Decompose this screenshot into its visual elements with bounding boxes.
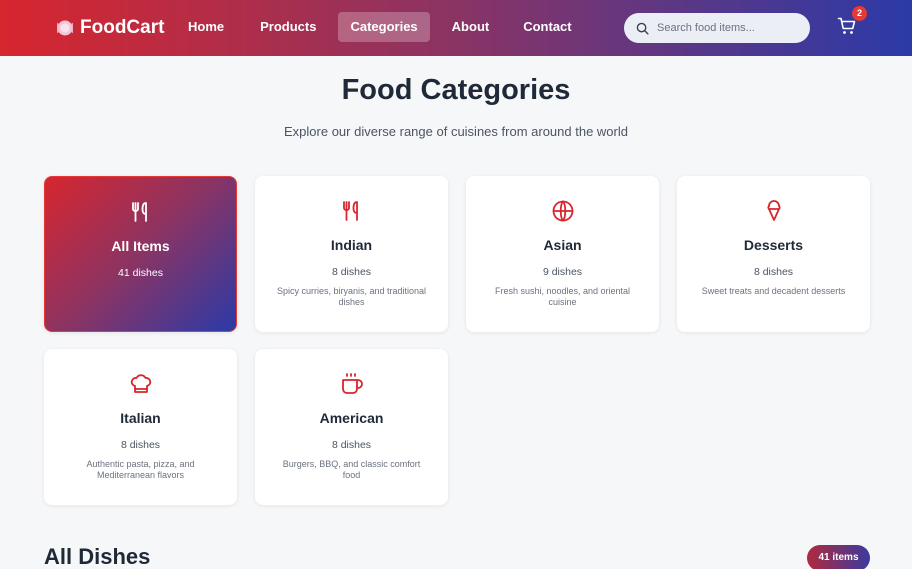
nav-link-contact[interactable]: Contact <box>511 12 583 42</box>
category-description: Spicy curries, biryanis, and traditional… <box>276 286 427 307</box>
globe-icon <box>552 200 573 222</box>
category-name: All Items <box>111 238 170 254</box>
category-count: 8 dishes <box>331 439 372 451</box>
category-card-italian[interactable]: Italian 8 dishes Authentic pasta, pizza,… <box>44 349 237 505</box>
brand-name: FoodCart <box>80 17 165 38</box>
nav-link-categories[interactable]: Categories <box>338 12 430 42</box>
category-name: Desserts <box>743 237 804 253</box>
category-card-american[interactable]: American 8 dishes Burgers, BBQ, and clas… <box>255 349 448 505</box>
coffee-cup-icon <box>341 373 363 394</box>
category-card-asian[interactable]: Asian 9 dishes Fresh sushi, noodles, and… <box>466 176 659 332</box>
category-count: 9 dishes <box>542 266 583 278</box>
nav-link-about[interactable]: About <box>440 12 502 42</box>
category-name: American <box>319 410 384 426</box>
ice-cream-icon <box>766 200 781 221</box>
category-count: 8 dishes <box>753 266 794 278</box>
search-icon <box>636 22 649 35</box>
search-bar[interactable] <box>624 13 810 43</box>
category-count: 8 dishes <box>331 266 372 278</box>
category-card-indian[interactable]: Indian 8 dishes Spicy curries, biryanis,… <box>255 176 448 332</box>
page-title: Food Categories <box>341 74 571 106</box>
category-count: 41 dishes <box>118 267 163 279</box>
category-count: 8 dishes <box>120 439 161 451</box>
category-description: Authentic pasta, pizza, and Mediterranea… <box>86 459 195 480</box>
brand-logo[interactable]: FoodCart <box>56 16 164 40</box>
nav-links: Home Products Categories About Contact <box>176 12 584 42</box>
chef-hat-icon <box>130 374 151 393</box>
cart-count-badge: 2 <box>852 6 867 21</box>
category-card-all-items[interactable]: All Items 41 dishes <box>44 176 237 332</box>
search-input[interactable] <box>657 22 797 34</box>
category-description: Fresh sushi, noodles, and oriental cuisi… <box>494 286 631 307</box>
nav-link-products[interactable]: Products <box>248 12 328 42</box>
items-count-badge: 41 items <box>807 545 870 569</box>
utensils-icon <box>342 201 358 221</box>
category-card-desserts[interactable]: Desserts 8 dishes Sweet treats and decad… <box>677 176 870 332</box>
category-name: Indian <box>330 237 373 253</box>
nav-link-home[interactable]: Home <box>176 12 236 42</box>
category-description: Sweet treats and decadent desserts <box>701 286 846 296</box>
top-navbar: FoodCart Home Products Categories About … <box>0 0 912 56</box>
section-title: All Dishes <box>44 544 151 569</box>
page-subtitle: Explore our diverse range of cuisines fr… <box>284 124 628 139</box>
plate-icon <box>57 20 73 36</box>
utensils-icon <box>131 202 147 222</box>
category-name: Asian <box>543 237 582 253</box>
category-name: Italian <box>120 410 161 426</box>
category-description: Burgers, BBQ, and classic comfort food <box>282 459 421 480</box>
